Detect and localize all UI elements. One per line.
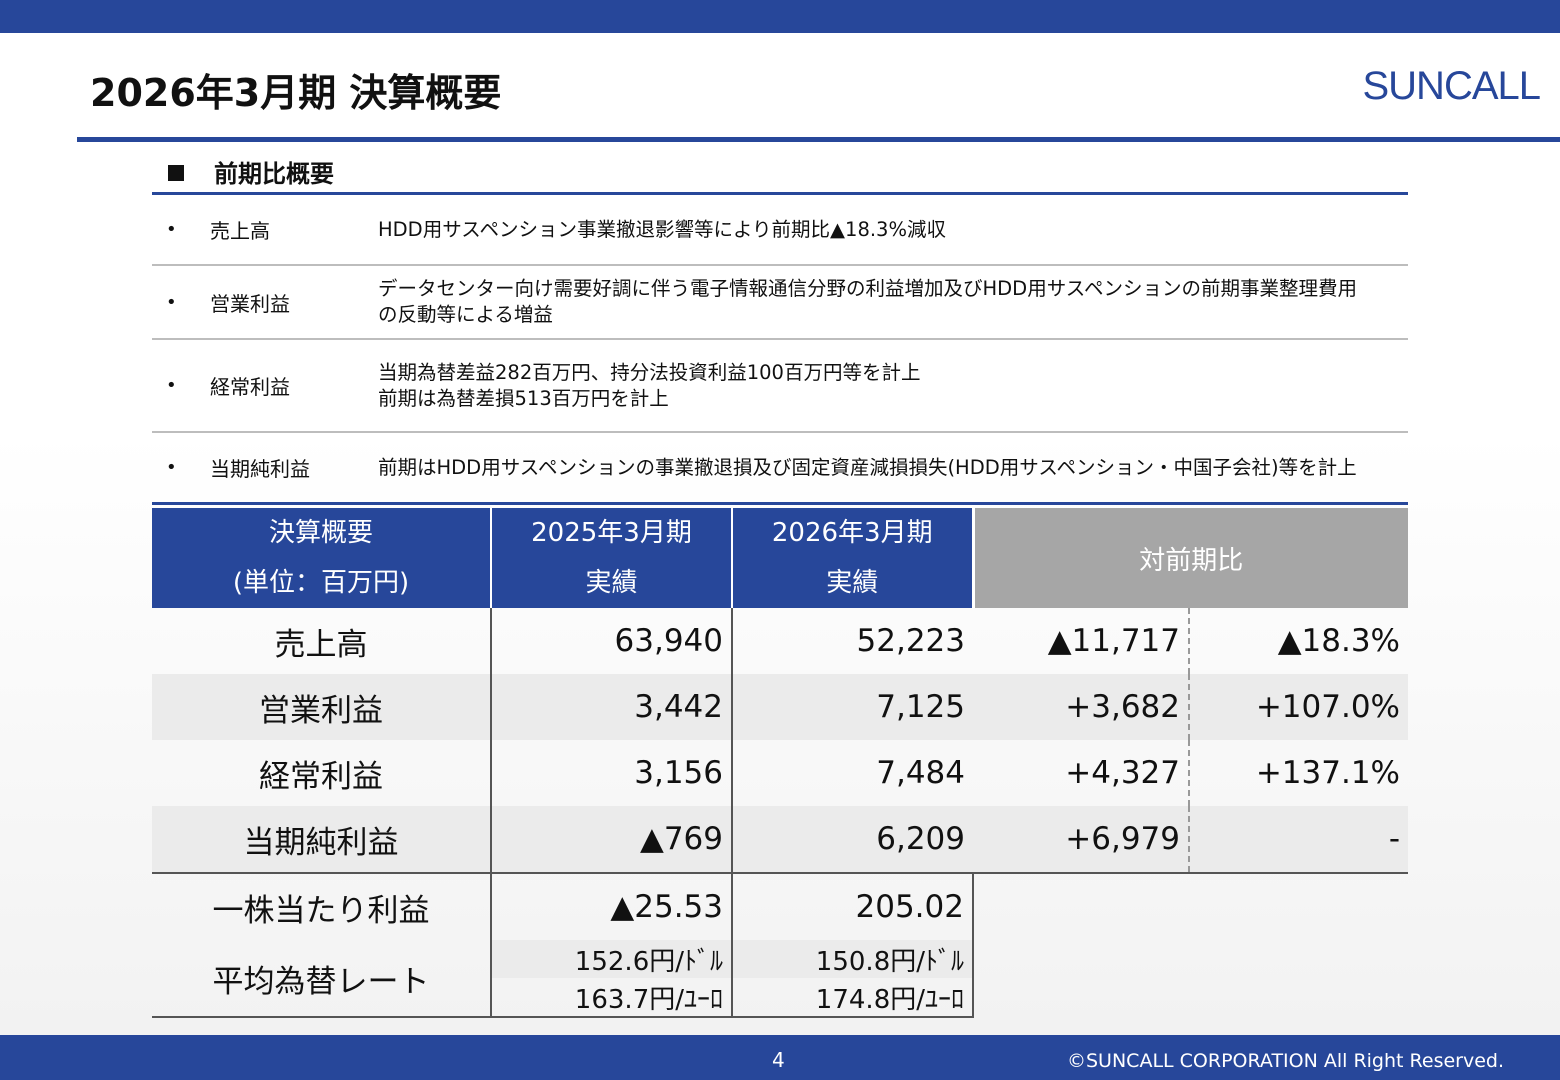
table-row-fx-usd: 平均為替レート 152.6円/ﾄﾞﾙ 150.8円/ﾄﾞﾙ bbox=[152, 940, 1408, 1018]
empty-cell bbox=[973, 978, 1408, 1017]
summary-list: • 売上高 HDD用サスペンション事業撤退影響等により前期比▲18.3%減収 •… bbox=[152, 195, 1408, 505]
company-logo: SUNCALL bbox=[1362, 64, 1541, 108]
top-bar bbox=[0, 0, 1560, 33]
list-item: • 当期純利益 前期はHDD用サスペンションの事業撤退損及び固定資産減損損失(H… bbox=[152, 433, 1408, 505]
item-text-line: 前期はHDD用サスペンションの事業撤退損及び固定資産減損損失(HDD用サスペンシ… bbox=[378, 455, 1357, 479]
header-text: 実績 bbox=[826, 568, 879, 598]
header-text: 2025年3月期 bbox=[531, 518, 692, 548]
item-label: 経常利益 bbox=[210, 375, 290, 399]
footer-bar: 4 ©SUNCALL CORPORATION All Right Reserve… bbox=[0, 1035, 1560, 1080]
header-cell-yoy: 対前期比 bbox=[971, 508, 1409, 608]
row-label: 経常利益 bbox=[259, 758, 383, 795]
item-text: HDD用サスペンション事業撤退影響等により前期比▲18.3%減収 bbox=[378, 217, 1408, 243]
list-item: • 経常利益 当期為替差益282百万円、持分法投資利益100百万円等を計上 前期… bbox=[152, 340, 1408, 433]
row-label: 売上高 bbox=[274, 626, 368, 663]
header-cell-summary: 決算概要 (単位：百万円) bbox=[152, 508, 491, 608]
copyright: ©SUNCALL CORPORATION All Right Reserved. bbox=[1067, 1050, 1504, 1072]
value-prev: 63,940 bbox=[490, 608, 732, 674]
page-number: 4 bbox=[772, 1048, 785, 1072]
item-text-line: の反動等による増益 bbox=[378, 303, 553, 326]
item-text: 当期為替差益282百万円、持分法投資利益100百万円等を計上 前期は為替差損51… bbox=[378, 360, 1408, 412]
table-header-row: 決算概要 (単位：百万円) 2025年3月期 実績 2026年3月期 実績 対前… bbox=[152, 508, 1409, 608]
value-prev-usd: 152.6円/ﾄﾞﾙ bbox=[490, 940, 732, 978]
bullet-icon: • bbox=[166, 375, 177, 396]
value-curr: 6,209 bbox=[731, 806, 973, 874]
value-pct: - bbox=[1187, 806, 1409, 874]
header-text: 実績 bbox=[585, 568, 638, 598]
item-text-line: HDD用サスペンション事業撤退影響等により前期比▲18.3%減収 bbox=[378, 217, 946, 241]
value-prev: 3,442 bbox=[490, 674, 732, 740]
header-cell-fy2025: 2025年3月期 実績 bbox=[490, 508, 732, 608]
section-heading-text: 前期比概要 bbox=[214, 160, 334, 188]
table-row: 経常利益 3,156 7,484 +4,327 +137.1% bbox=[152, 740, 1409, 806]
section-heading: 前期比概要 bbox=[168, 154, 334, 189]
item-label: 売上高 bbox=[210, 219, 270, 243]
bullet-icon: • bbox=[166, 457, 177, 478]
value-curr: 7,125 bbox=[731, 674, 973, 740]
table-row: 売上高 63,940 52,223 ▲11,717 ▲18.3% bbox=[152, 608, 1409, 674]
value-prev: 3,156 bbox=[490, 740, 732, 806]
bullet-icon: • bbox=[166, 291, 177, 313]
row-label: 当期純利益 bbox=[152, 806, 491, 874]
square-bullet-icon bbox=[168, 165, 184, 181]
bullet-icon: • bbox=[166, 219, 177, 240]
value-curr: 52,223 bbox=[731, 608, 973, 674]
row-label: 平均為替レート bbox=[152, 940, 491, 1018]
value-prev: ▲25.53 bbox=[490, 873, 732, 940]
value-curr: 205.02 bbox=[731, 873, 974, 940]
title-divider bbox=[77, 137, 1560, 142]
value-curr: 7,484 bbox=[731, 740, 973, 806]
item-label: 当期純利益 bbox=[210, 457, 310, 481]
list-item: • 売上高 HDD用サスペンション事業撤退影響等により前期比▲18.3%減収 bbox=[152, 195, 1408, 266]
value-pct: ▲18.3% bbox=[1187, 608, 1409, 674]
row-label: 営業利益 bbox=[152, 674, 491, 740]
value-diff: +4,327 bbox=[1065, 755, 1180, 791]
empty-cell bbox=[973, 873, 1408, 940]
value-pct: +137.1% bbox=[1187, 740, 1409, 806]
item-text: 前期はHDD用サスペンションの事業撤退損及び固定資産減損損失(HDD用サスペンシ… bbox=[378, 455, 1408, 481]
value-curr-usd: 150.8円/ﾄﾞﾙ bbox=[731, 940, 974, 978]
empty-cell bbox=[973, 940, 1408, 978]
item-text: データセンター向け需要好調に伴う電子情報通信分野の利益増加及びHDD用サスペンシ… bbox=[378, 276, 1408, 328]
header-text: 決算概要 bbox=[268, 518, 373, 548]
value-prev-eur: 163.7円/ﾕｰﾛ bbox=[490, 978, 732, 1018]
table-row: 当期純利益 ▲769 6,209 +6,979 - bbox=[152, 806, 1409, 874]
item-text-line: データセンター向け需要好調に伴う電子情報通信分野の利益増加及びHDD用サスペンシ… bbox=[378, 277, 1357, 300]
row-label: 一株当たり利益 bbox=[212, 892, 430, 929]
list-item: • 営業利益 データセンター向け需要好調に伴う電子情報通信分野の利益増加及びHD… bbox=[152, 266, 1408, 340]
header-cell-fy2026: 2026年3月期 実績 bbox=[731, 508, 973, 608]
value-pct: +107.0% bbox=[1187, 674, 1409, 740]
item-label: 営業利益 bbox=[210, 291, 290, 316]
value-curr-eur: 174.8円/ﾕｰﾛ bbox=[731, 978, 974, 1018]
page-title: 2026年3月期 決算概要 bbox=[90, 71, 502, 115]
item-text-line: 前期は為替差損513百万円を計上 bbox=[378, 386, 669, 410]
value-diff: +3,682 bbox=[973, 674, 1189, 740]
value-diff: ▲11,717 bbox=[1047, 623, 1180, 659]
value-prev: ▲769 bbox=[490, 806, 732, 874]
value-diff: +6,979 bbox=[973, 806, 1189, 874]
financial-summary-table: 決算概要 (単位：百万円) 2025年3月期 実績 2026年3月期 実績 対前… bbox=[152, 508, 1409, 1018]
header-text: 2026年3月期 bbox=[771, 518, 933, 548]
item-text-line: 当期為替差益282百万円、持分法投資利益100百万円等を計上 bbox=[378, 360, 921, 384]
table-row: 営業利益 3,442 7,125 +3,682 +107.0% bbox=[152, 674, 1409, 740]
header-unit: (単位：百万円) bbox=[232, 568, 410, 598]
table-row-eps: 一株当たり利益 ▲25.53 205.02 bbox=[152, 873, 1408, 940]
